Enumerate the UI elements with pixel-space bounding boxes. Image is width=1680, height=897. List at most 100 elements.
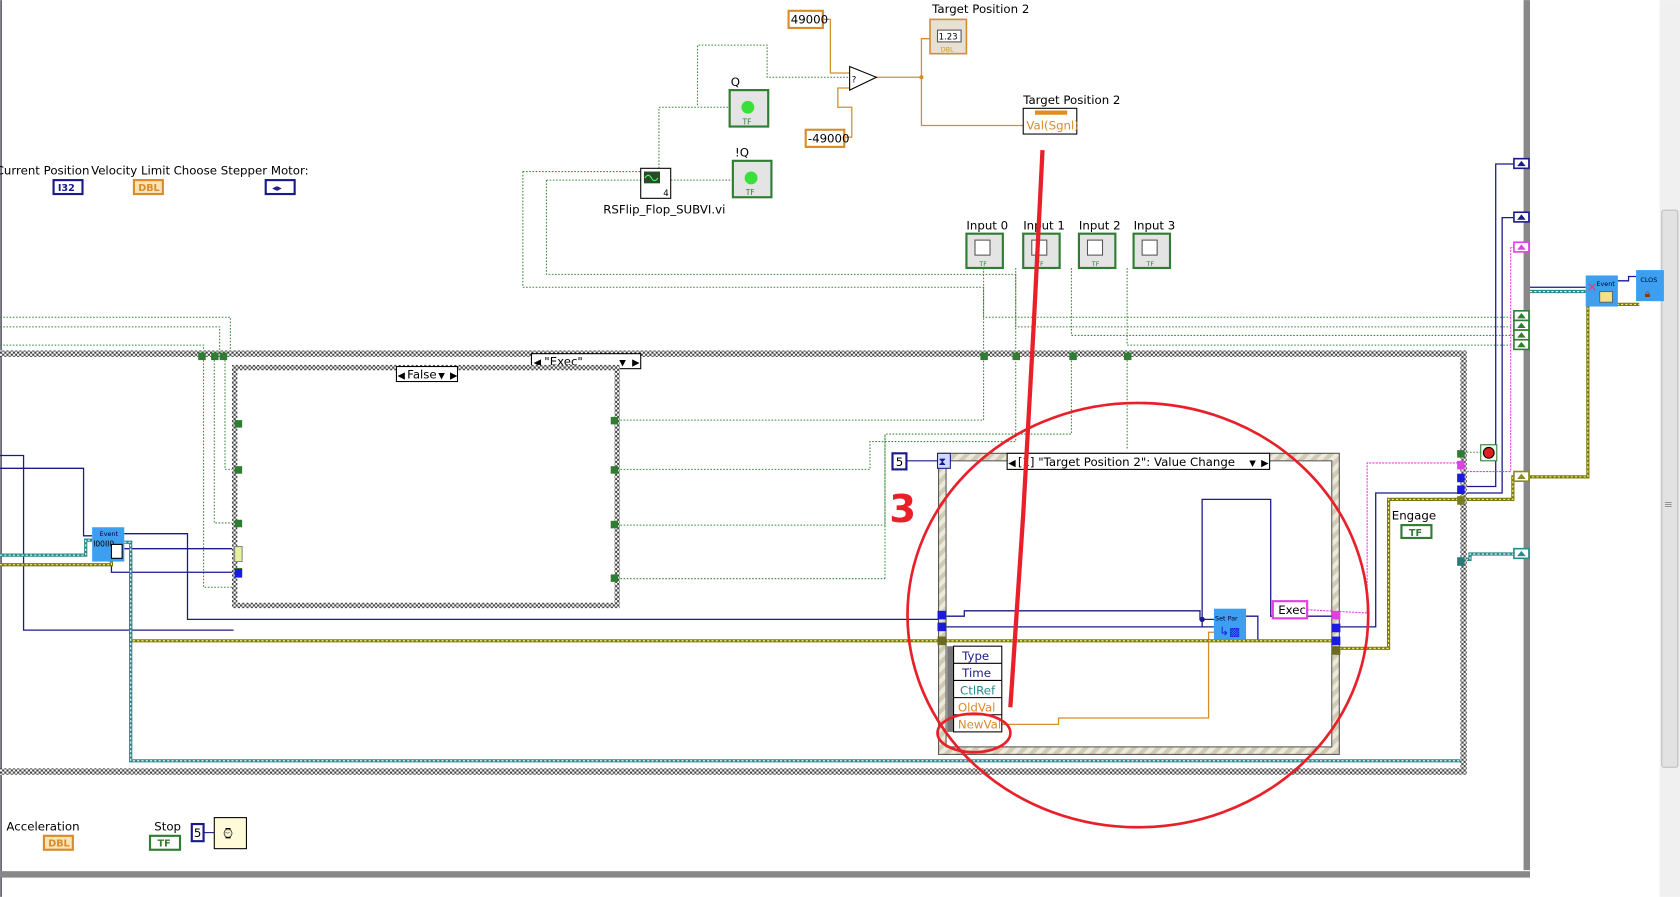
svg-text:TF: TF (745, 188, 755, 197)
current-position-terminal[interactable]: I32 (52, 179, 84, 196)
svg-text:I32: I32 (58, 183, 75, 194)
svg-text:DBL: DBL (941, 46, 954, 54)
velocity-limit-label: Velocity Limit (91, 164, 170, 178)
shift-register-terminal[interactable] (1513, 338, 1530, 351)
svg-text:1.23: 1.23 (939, 33, 958, 43)
input-0-indicator[interactable]: TF (965, 232, 1004, 270)
svg-text:◂▸: ◂▸ (272, 183, 282, 194)
not-q-led-indicator[interactable]: TF (731, 159, 773, 199)
shift-register-terminal[interactable] (1513, 157, 1530, 170)
svg-text:↳▩: ↳▩ (1219, 624, 1240, 638)
input-1-indicator[interactable]: TF (1022, 232, 1061, 270)
set-par-node[interactable]: Set Par ↳▩ (1213, 608, 1247, 640)
event-data-time: Time (961, 666, 991, 680)
input-2-indicator[interactable]: TF (1077, 232, 1117, 270)
svg-text:TF: TF (742, 117, 752, 126)
svg-text:◀: ◀ (1008, 458, 1016, 469)
target-position-property-node[interactable]: Val(Sgnl) (1022, 107, 1079, 135)
shift-register-terminal[interactable] (1513, 547, 1530, 560)
svg-text:Exec: Exec (1278, 603, 1306, 617)
event-data-node[interactable]: Type Time CtlRef OldVal NewVal (947, 645, 1003, 733)
svg-text:DBL: DBL (138, 183, 159, 194)
scrollbar-thumb[interactable] (1661, 209, 1679, 768)
choose-stepper-motor-terminal[interactable]: ◂▸ (264, 179, 296, 196)
input-3-label: Input 3 (1134, 218, 1176, 232)
svg-text:TF: TF (1145, 260, 1154, 268)
hourglass-icon: ⧗ (936, 452, 951, 469)
lock-icon: 🔒︎ (1645, 287, 1651, 300)
svg-text:TF: TF (978, 260, 987, 268)
event-selector-label: [1] "Target Position 2": Value Change (1018, 455, 1235, 469)
svg-text:5: 5 (194, 826, 202, 840)
diagram-right-edge (1523, 0, 1530, 871)
shift-register-terminal[interactable] (1513, 241, 1530, 253)
svg-text:▼: ▼ (1249, 459, 1256, 469)
shift-register-terminal[interactable] (1513, 310, 1530, 322)
svg-text:49000: 49000 (791, 13, 828, 27)
outer-case-structure[interactable] (0, 350, 1467, 775)
svg-text:4: 4 (663, 189, 668, 199)
input-0-label: Input 0 (966, 218, 1008, 232)
stop-button-terminal[interactable] (1480, 444, 1498, 462)
svg-text:Event: Event (100, 530, 119, 538)
input-3-indicator[interactable]: TF (1132, 232, 1172, 270)
svg-text:TF: TF (158, 839, 171, 850)
event-selector[interactable]: ◀ ▶ ▼ [1] "Target Position 2": Value Chan… (1006, 452, 1271, 470)
wait-ms-constant[interactable]: 5 (190, 822, 205, 843)
not-q-label: !Q (735, 146, 749, 160)
acceleration-terminal[interactable]: DBL (42, 834, 74, 851)
max-position-constant[interactable]: 49000 (787, 9, 829, 30)
svg-text:▼: ▼ (438, 371, 445, 381)
register-event-node[interactable]: Event I00II0 (92, 527, 125, 562)
event-data-type: Type (961, 649, 989, 663)
watch-icon: ⌚︎ (221, 825, 236, 843)
svg-text:◀: ◀ (398, 370, 406, 381)
shift-register-terminal[interactable] (1513, 470, 1530, 482)
target-position-indicator-label: Target Position 2 (931, 2, 1029, 16)
svg-text:TF: TF (1409, 528, 1422, 539)
svg-text:5: 5 (896, 455, 904, 469)
stop-label: Stop (154, 819, 181, 833)
q-label: Q (731, 75, 740, 89)
current-position-label: Current Position (0, 164, 89, 178)
shift-register-terminal[interactable] (1513, 211, 1530, 223)
svg-text:▶: ▶ (1261, 458, 1269, 469)
exec-constant[interactable]: Exec (1271, 600, 1309, 620)
svg-text:▼: ▼ (619, 358, 626, 368)
event-data-ctlref: CtlRef (960, 683, 996, 697)
svg-text:▶: ▶ (632, 357, 640, 368)
inner-case-selector[interactable]: ◀ ▶ ▼ False (395, 366, 459, 383)
svg-text:▶: ▶ (450, 370, 458, 381)
svg-text:Event: Event (1596, 280, 1615, 288)
diagram-bottom-edge (0, 871, 1530, 878)
input-2-label: Input 2 (1079, 218, 1121, 232)
min-position-constant[interactable]: -49000 (804, 128, 850, 148)
svg-text:-49000: -49000 (808, 132, 850, 146)
target-position-indicator[interactable]: 1.23 DBL (929, 18, 968, 55)
velocity-limit-terminal[interactable]: DBL (132, 179, 164, 196)
property-node-label: Target Position 2 (1022, 93, 1120, 107)
block-diagram: ≡ ◀ ▶ ▼ "Exec" ◀ ▶ ▼ False ◀ ▶ ▼ [1] "Ta… (0, 0, 1680, 897)
svg-text:Val(Sgnl): Val(Sgnl) (1026, 119, 1078, 133)
annotation-number: 3 (889, 487, 916, 532)
svg-text:TF: TF (1091, 260, 1100, 268)
svg-text:?: ? (852, 76, 857, 86)
svg-text:Set Par: Set Par (1215, 614, 1238, 622)
engage-terminal[interactable]: TF (1400, 524, 1433, 540)
q-led-indicator[interactable]: TF (728, 89, 770, 128)
stop-terminal[interactable]: TF (148, 834, 182, 851)
destroy-event-node[interactable]: ✕Event (1585, 275, 1618, 307)
close-node[interactable]: CLOS 🔒︎ (1636, 270, 1664, 302)
rsflipflop-subvi[interactable]: 4 (640, 167, 672, 199)
wait-function[interactable]: ⌚︎ (213, 817, 247, 850)
shift-register-terminal[interactable] (1513, 329, 1530, 341)
inner-case-structure[interactable] (231, 364, 620, 609)
timeout-constant[interactable]: 5 (891, 452, 908, 471)
event-data-newval: NewVal (958, 718, 1001, 732)
rsflipflop-subvi-label: RSFlip_Flop_SUBVI.vi (603, 202, 725, 216)
shift-register-terminal[interactable] (1513, 319, 1530, 331)
acceleration-label: Acceleration (6, 819, 79, 833)
select-node[interactable]: ? (849, 65, 878, 91)
svg-text:⧗: ⧗ (939, 455, 947, 468)
engage-label: Engage (1392, 509, 1436, 523)
